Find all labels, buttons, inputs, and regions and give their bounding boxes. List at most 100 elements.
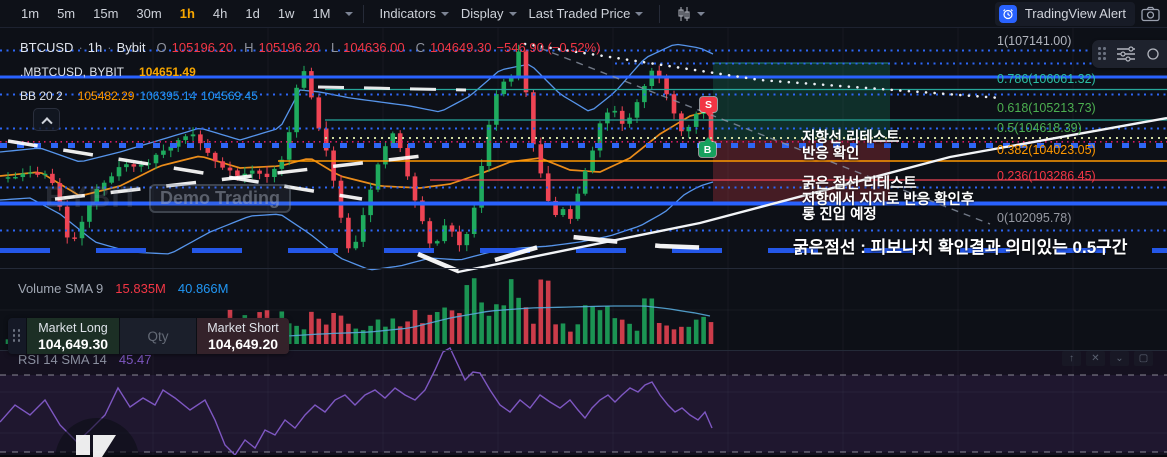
chart-style-button[interactable]: [670, 6, 711, 22]
annotation-line: 롱 진입 예정: [802, 207, 877, 223]
short-button-price: 104,649.20: [207, 335, 279, 352]
timeframe-15m[interactable]: 15m: [84, 6, 127, 21]
tradingview-alert-button[interactable]: TradingView Alert: [994, 1, 1135, 26]
alert-button-label: TradingView Alert: [1024, 6, 1126, 21]
trade-panel-drag-handle[interactable]: [8, 318, 26, 354]
buy-marker[interactable]: B: [699, 137, 716, 157]
tradingview-logo-icon: [76, 435, 116, 457]
rsi-pane-controls: ↑ ✕ ⌄ ▢: [1062, 351, 1153, 366]
timeframe-dropdown-caret-icon[interactable]: [344, 11, 353, 16]
chart-legend: BTCUSD · 1h · Bybit O 105196.20 H 105196…: [20, 39, 601, 111]
fib-level-label[interactable]: 0.5(104618.39): [997, 121, 1082, 135]
tradingview-chart-window: BYBIT Demo Trading 1m 5m 15m 30m 1h 4h 1…: [0, 0, 1167, 457]
symbol-exchange: Bybit: [116, 40, 146, 55]
annotation-resistance-retest[interactable]: 저항선 리테스트 반응 확인: [802, 130, 900, 162]
watermark: BYBIT Demo Trading: [45, 181, 292, 215]
chevron-down-icon: [635, 11, 644, 16]
market-long-button[interactable]: Market Long 104,649.30: [27, 318, 119, 354]
overlay-series-legend-row[interactable]: .MBTCUSD, BYBIT 104651.49: [20, 64, 601, 79]
indicators-label: Indicators: [379, 6, 436, 21]
bollinger-legend-row[interactable]: BB 20 2 105482.29 106395.14 104569.45: [20, 88, 601, 103]
fib-level-label[interactable]: 1(107141.00): [997, 34, 1071, 48]
bb-upper-value: 106395.14: [139, 88, 197, 103]
settings-sliders-icon[interactable]: [1115, 45, 1137, 63]
market-short-button[interactable]: Market Short 104,649.20: [197, 318, 289, 354]
volume-sma-value: 40.866M: [177, 281, 229, 296]
timeframe-30m[interactable]: 30m: [127, 6, 170, 21]
rsi-indicator-name[interactable]: RSI 14 SMA 14: [18, 352, 107, 367]
fib-level-label[interactable]: 0(102095.78): [997, 211, 1071, 225]
timeframe-1w[interactable]: 1w: [269, 6, 304, 21]
short-button-label: Market Short: [207, 320, 279, 335]
timeframe-4h[interactable]: 4h: [204, 6, 236, 21]
trade-panel: Market Long 104,649.30 Qty Market Short …: [8, 318, 289, 354]
bb-basis-value: 105482.29: [77, 88, 135, 103]
close-pane-button[interactable]: ✕: [1086, 351, 1105, 366]
volume-value: 15.835M: [115, 281, 166, 296]
long-button-price: 104,649.30: [37, 335, 109, 352]
screenshot-button[interactable]: [1141, 6, 1167, 22]
maximize-pane-button[interactable]: ▢: [1134, 351, 1153, 366]
high-label: H: [244, 40, 254, 55]
change-value: −546.90 (−0.52%): [496, 40, 601, 55]
quantity-field[interactable]: Qty: [120, 318, 196, 354]
volume-indicator-name[interactable]: Volume SMA 9: [18, 281, 103, 296]
style-circle-icon[interactable]: [1145, 46, 1161, 62]
bb-lower-value: 104569.45: [201, 88, 258, 103]
watermark-exchange: BYBIT: [45, 181, 140, 214]
rsi-legend-row[interactable]: RSI 14 SMA 14 45.47: [18, 352, 151, 367]
annotation-line: 저항선 리테스트: [802, 130, 900, 146]
chevron-up-icon: [40, 116, 53, 128]
drag-handle-icon: [12, 329, 22, 343]
display-button[interactable]: Display: [455, 6, 523, 21]
quantity-placeholder: Qty: [147, 328, 169, 344]
fib-level-label[interactable]: 0.618(105213.73): [997, 101, 1096, 115]
long-button-label: Market Long: [38, 320, 108, 335]
fib-level-label[interactable]: 0.786(106061.32): [997, 72, 1096, 86]
display-label: Display: [460, 6, 504, 21]
timeframe-1h[interactable]: 1h: [171, 6, 204, 21]
open-label: O: [156, 40, 167, 55]
rsi-value: 45.47: [118, 352, 152, 367]
timeframe-1M[interactable]: 1M: [303, 6, 339, 21]
annotation-line: 굵은 점선 리테스트: [802, 176, 917, 192]
timeframe-5m[interactable]: 5m: [48, 6, 84, 21]
main-series-legend-row[interactable]: BTCUSD · 1h · Bybit O 105196.20 H 105196…: [20, 39, 601, 56]
camera-icon: [1141, 6, 1160, 21]
collapse-pane-button[interactable]: ⌄: [1110, 351, 1129, 366]
legend-separator: ·: [107, 40, 112, 55]
toolbar-separator: [659, 4, 661, 23]
price-source-button[interactable]: Last Traded Price: [523, 6, 650, 21]
chevron-down-icon: [440, 11, 449, 16]
symbol-interval[interactable]: 1h: [88, 40, 102, 55]
legend-separator: ·: [78, 40, 83, 55]
indicators-button[interactable]: Indicators: [374, 6, 455, 21]
legend-collapse-button[interactable]: [33, 108, 60, 131]
timeframe-1m[interactable]: 1m: [12, 6, 48, 21]
symbol-name[interactable]: BTCUSD: [20, 40, 73, 55]
chevron-down-icon: [508, 11, 517, 16]
low-label: L: [330, 40, 339, 55]
bb-indicator-name[interactable]: BB 20 2: [20, 89, 63, 103]
annotation-dotted-retest-plan[interactable]: 굵은 점선 리테스트 저항에서 지지로 반응 확인후 롱 진입 예정: [802, 176, 975, 224]
annotation-line: 저항에서 지지로 반응 확인후: [802, 191, 975, 208]
fib-level-label[interactable]: 0.236(103286.45): [997, 169, 1096, 183]
high-value: 105196.20: [258, 40, 320, 55]
move-pane-up-button[interactable]: ↑: [1062, 351, 1081, 366]
sell-marker[interactable]: S: [700, 97, 717, 117]
candlestick-style-icon: [678, 6, 690, 21]
top-toolbar: 1m 5m 15m 30m 1h 4h 1d 1w 1M Indicators …: [0, 0, 1167, 28]
overlay-symbol-name[interactable]: .MBTCUSD, BYBIT: [20, 65, 124, 79]
pane-backgrounds: [0, 350, 1167, 457]
open-value: 105196.20: [171, 40, 234, 55]
close-value: 104649.30: [430, 40, 492, 55]
fib-level-label[interactable]: 0.382(104023.05): [997, 143, 1096, 157]
volume-legend-row[interactable]: Volume SMA 9 15.835M 40.866M: [18, 281, 228, 296]
annotation-fibonacci-note[interactable]: 굵은점선 : 피보나치 확인결과 의미있는 0.5구간: [793, 239, 1127, 257]
annotation-line: 반응 확인: [802, 145, 860, 162]
timeframe-1d[interactable]: 1d: [236, 6, 268, 21]
drag-handle-icon[interactable]: [1098, 47, 1107, 61]
floating-drawing-toolbar[interactable]: [1092, 40, 1167, 68]
alarm-clock-icon: [998, 4, 1017, 23]
close-label: C: [415, 40, 426, 55]
